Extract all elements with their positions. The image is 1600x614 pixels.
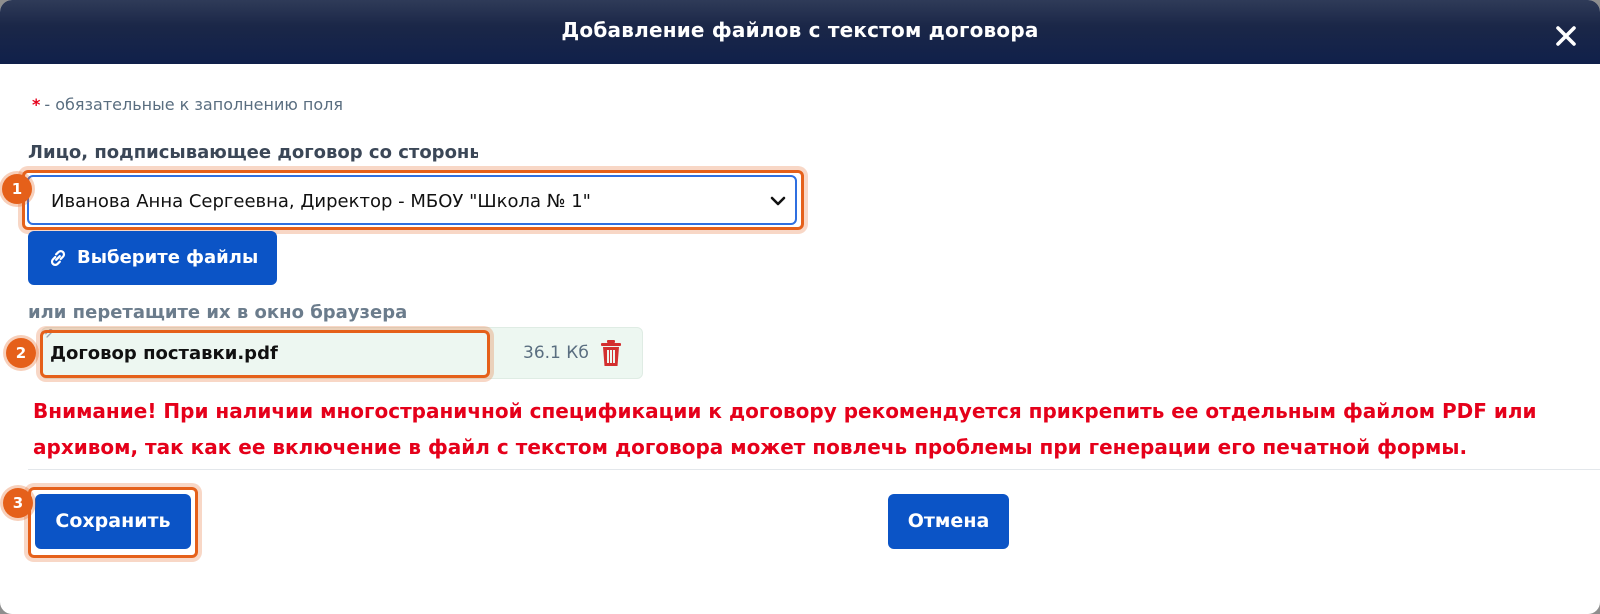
warning-message: Внимание! При наличии многостраничной сп… — [33, 399, 1537, 459]
save-button[interactable]: Сохранить — [35, 494, 191, 549]
step-badge-3: 3 — [3, 488, 33, 518]
signer-label: Лицо, подписывающее договор со стороны — [28, 142, 478, 163]
required-fields-note: * - обязательные к заполнению поля — [32, 95, 343, 114]
dialog-title: Добавление файлов с текстом договора — [561, 18, 1039, 42]
attached-file-row: Договор поставки.pdf 36.1 Кб — [41, 327, 643, 379]
link-icon — [50, 250, 66, 266]
dialog: Добавление файлов с текстом договора * - … — [0, 0, 1600, 614]
drop-hint: или перетащите их в окно браузера — [28, 302, 408, 323]
choose-files-button[interactable]: Выберите файлы — [28, 231, 277, 285]
file-size: 36.1 Кб — [523, 343, 589, 363]
cancel-button[interactable]: Отмена — [888, 494, 1009, 549]
choose-files-label: Выберите файлы — [77, 247, 259, 268]
required-note-text: - обязательные к заполнению поля — [44, 95, 344, 114]
signer-select[interactable]: Иванова Анна Сергеевна, Директор - МБОУ … — [27, 175, 797, 225]
signer-select-value: Иванова Анна Сергеевна, Директор - МБОУ … — [51, 191, 591, 212]
step-badge-2: 2 — [6, 338, 36, 368]
required-star: * — [32, 95, 41, 114]
dialog-title-bar: Добавление файлов с текстом договора — [0, 0, 1600, 64]
chevron-down-icon — [770, 196, 786, 206]
divider — [28, 469, 1600, 470]
file-name[interactable]: Договор поставки.pdf — [50, 343, 278, 364]
paperclip-icon — [45, 328, 53, 338]
trash-icon[interactable] — [599, 339, 623, 367]
close-icon[interactable] — [1554, 24, 1578, 48]
step-badge-1: 1 — [2, 174, 32, 204]
